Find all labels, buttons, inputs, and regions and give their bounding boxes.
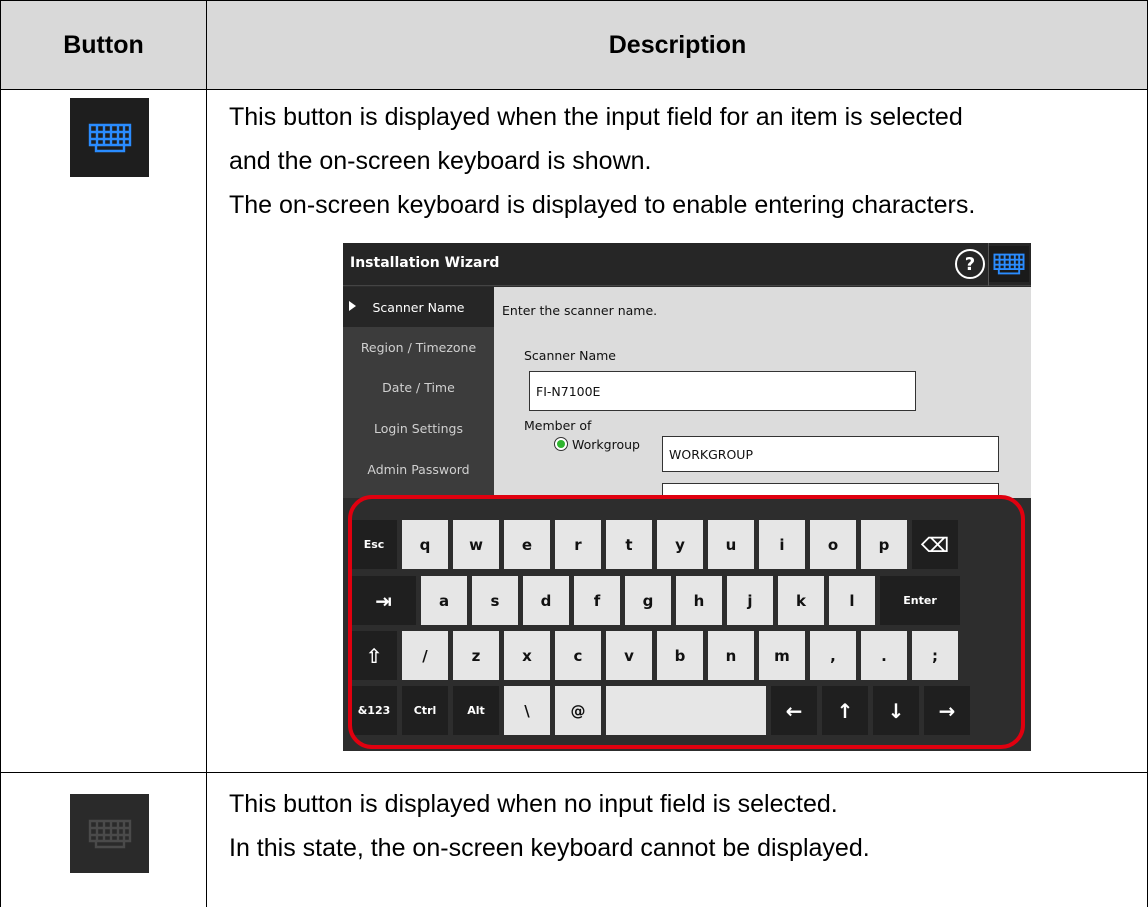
table-border-top [0,0,1148,1]
sidebar-item-label: Date / Time [382,379,455,395]
row2-description: This button is displayed when no input f… [229,782,1129,870]
keyboard-button-active [70,98,149,177]
sidebar-item-scanner-name[interactable]: Scanner Name [343,287,494,327]
keyboard-button-disabled [70,794,149,873]
radio-selected-dot [557,440,565,448]
sidebar-item-label: Login Settings [374,420,463,436]
header-description: Description [608,30,747,59]
wizard-content-pane: Enter the scanner name. Scanner Name FI-… [494,287,1031,513]
row1-line3: The on-screen keyboard is displayed to e… [229,191,976,219]
workgroup-radio[interactable] [554,437,568,451]
table-border-column [206,0,207,907]
scanner-name-label: Scanner Name [524,348,616,363]
keyboard-toggle-button[interactable] [989,246,1029,282]
header-button: Button [63,30,144,59]
wizard-title: Installation Wizard [350,255,500,271]
sidebar-item-date-time[interactable]: Date / Time [343,367,494,407]
keyboard-highlight-outline [348,495,1025,749]
scanner-name-input[interactable]: FI-N7100E [529,371,916,411]
keyboard-icon [88,123,131,152]
table-border-header [0,89,1148,90]
table-border-row [0,772,1148,773]
sidebar-item-admin-password[interactable]: Admin Password [343,449,494,489]
table-border-left [0,0,1,907]
wizard-prompt: Enter the scanner name. [502,303,658,318]
wizard-title-bar: Installation Wizard ? [343,243,1031,286]
sidebar-item-label: Admin Password [367,461,470,477]
row1-description: This button is displayed when the input … [229,95,1129,227]
keyboard-icon-disabled [88,819,131,848]
workgroup-input[interactable]: WORKGROUP [662,436,999,472]
row2-line1: This button is displayed when no input f… [229,790,838,818]
row2-line2: In this state, the on-screen keyboard ca… [229,834,870,862]
help-button[interactable]: ? [955,249,985,279]
wizard-sidebar: Scanner Name Region / Timezone Date / Ti… [343,287,494,498]
row1-line1: This button is displayed when the input … [229,103,963,131]
sidebar-item-label: Region / Timezone [360,339,477,355]
keyboard-icon [993,253,1025,275]
row1-line2: and the on-screen keyboard is shown. [229,147,652,175]
workgroup-label: Workgroup [572,437,640,452]
sidebar-item-label: Scanner Name [372,299,465,315]
active-arrow-icon [349,301,356,311]
sidebar-item-region-timezone[interactable]: Region / Timezone [343,327,494,367]
member-of-label: Member of [524,418,592,433]
sidebar-item-login-settings[interactable]: Login Settings [343,408,494,448]
